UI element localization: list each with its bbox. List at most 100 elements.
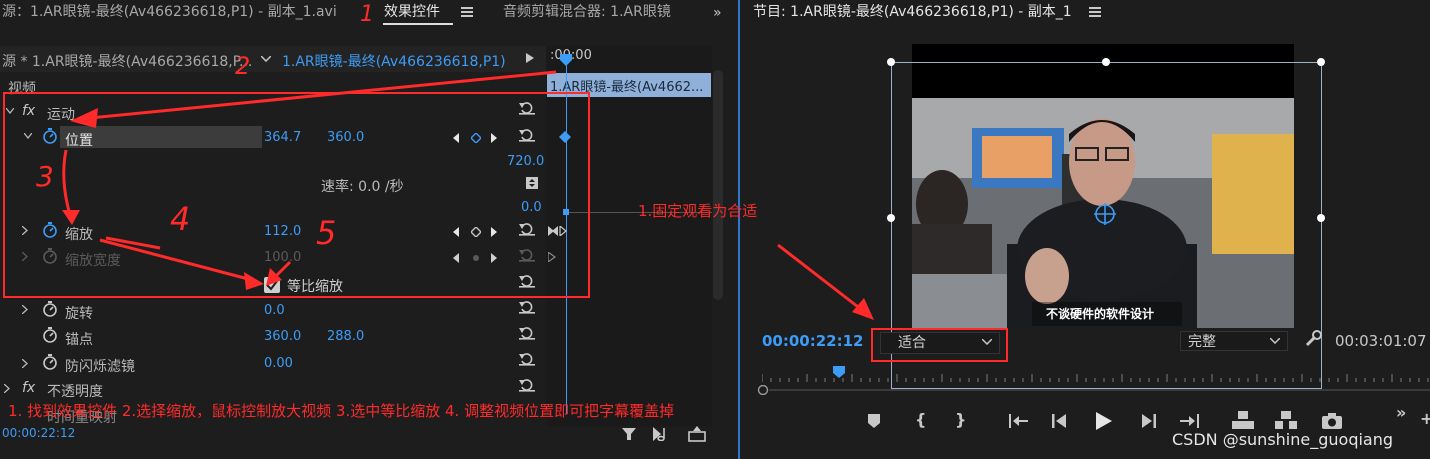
rotation-label: 旋转 xyxy=(65,306,93,322)
fx-badge-opacity: fx xyxy=(22,380,36,396)
mark-out-icon[interactable]: } xyxy=(955,410,966,429)
step-back-icon[interactable] xyxy=(1052,414,1068,428)
section-video-label: 视频 xyxy=(8,81,36,97)
graph-toggle-icon[interactable] xyxy=(526,177,538,189)
anchor-reset-icon[interactable] xyxy=(519,326,535,340)
panel-divider xyxy=(738,0,740,459)
transform-handle-ml[interactable] xyxy=(887,214,895,222)
uniform-scale-checkbox[interactable] xyxy=(264,277,280,293)
program-menu-icon[interactable] xyxy=(1089,7,1101,17)
transform-handle-tl[interactable] xyxy=(887,58,895,66)
scale-keyframe-markers[interactable] xyxy=(548,226,570,236)
scale-prev-keyframe-icon[interactable] xyxy=(453,227,459,237)
source-clip-label: 源 * 1.AR眼镜-最终(Av466236618,P... xyxy=(2,54,253,70)
position-y-value[interactable]: 360.0 xyxy=(327,130,364,145)
annotation-number-3: 3 xyxy=(36,160,54,193)
scale-width-keyframe-marker xyxy=(548,252,556,262)
program-playhead-handle[interactable] xyxy=(833,366,845,378)
opacity-expand-icon[interactable] xyxy=(4,384,10,393)
ec-current-time[interactable]: 00:00:22:12 xyxy=(2,426,75,440)
tab-menu-icon[interactable] xyxy=(461,7,473,17)
opacity-reset-icon[interactable] xyxy=(519,378,535,392)
scale-reset-icon[interactable] xyxy=(519,222,535,236)
transform-handle-mr[interactable] xyxy=(1317,214,1325,222)
scale-add-keyframe-icon[interactable] xyxy=(471,227,481,237)
scale-next-keyframe-icon[interactable] xyxy=(491,227,497,237)
scale-stopwatch-icon[interactable] xyxy=(42,222,58,238)
step-forward-icon[interactable] xyxy=(1140,414,1156,428)
opacity-label: 不透明度 xyxy=(47,384,103,400)
anchor-x-value[interactable]: 360.0 xyxy=(264,329,301,344)
uniform-scale-label: 等比缩放 xyxy=(287,279,343,295)
rotation-reset-icon[interactable] xyxy=(519,300,535,314)
zoom-scrollbar[interactable] xyxy=(757,385,1430,395)
antiflicker-stopwatch-icon[interactable] xyxy=(42,354,58,370)
position-prev-keyframe-icon[interactable] xyxy=(453,133,459,143)
tab-active-underline xyxy=(383,23,453,25)
graph-point[interactable] xyxy=(563,209,569,215)
anchor-stopwatch-icon[interactable] xyxy=(42,327,58,343)
settings-wrench-icon[interactable] xyxy=(1304,330,1322,348)
tab-source[interactable]: 源：1.AR眼镜-最终(Av466236618,P1) - 副本_1.avi xyxy=(2,0,337,24)
sequence-clip-label[interactable]: 1.AR眼镜-最终(Av466236618,P1) xyxy=(282,51,506,71)
mark-in-icon[interactable]: { xyxy=(915,410,926,429)
annotation-number-2: 2 xyxy=(235,52,251,80)
program-current-time[interactable]: 00:00:22:12 xyxy=(762,332,864,350)
export-frame-camera-icon[interactable] xyxy=(1322,413,1342,429)
clip-bar-label: 1.AR眼镜-最终(Av4662... xyxy=(550,80,704,95)
tab-overflow-icon[interactable]: » xyxy=(713,5,722,21)
export-icon[interactable] xyxy=(688,426,706,442)
graph-max-value: 720.0 xyxy=(507,154,545,169)
zoom-dropdown-icon[interactable] xyxy=(982,339,992,345)
csdn-watermark: CSDN @sunshine_guoqiang xyxy=(1172,430,1394,449)
extract-icon[interactable] xyxy=(1275,411,1297,429)
tab-effect-controls[interactable]: 效果控件 xyxy=(384,0,440,24)
play-only-icon[interactable] xyxy=(526,53,534,63)
position-x-value[interactable]: 364.7 xyxy=(264,130,301,145)
antiflicker-reset-icon[interactable] xyxy=(519,352,535,366)
graph-min-value: 0.0 xyxy=(521,200,542,215)
go-to-in-icon[interactable] xyxy=(1008,414,1028,428)
position-add-keyframe-icon[interactable] xyxy=(471,133,481,143)
rotation-expand-icon[interactable] xyxy=(22,305,28,314)
transform-handle-tr[interactable] xyxy=(1317,58,1325,66)
motion-reset-icon[interactable] xyxy=(519,101,535,115)
rotation-stopwatch-icon[interactable] xyxy=(42,301,58,317)
position-next-keyframe-icon[interactable] xyxy=(491,133,497,143)
scale-value[interactable]: 112.0 xyxy=(264,224,301,239)
tab-program[interactable]: 节目: 1.AR眼镜-最终(Av466236618,P1) - 副本_1 xyxy=(753,0,1072,24)
anchor-y-value[interactable]: 288.0 xyxy=(327,329,364,344)
playhead-handle[interactable] xyxy=(560,54,572,66)
fx-badge-motion: fx xyxy=(22,103,36,119)
rotation-value[interactable]: 0.0 xyxy=(264,303,285,318)
program-duration: 00:03:01:07 xyxy=(1335,332,1427,350)
anchor-point-icon[interactable] xyxy=(1094,203,1116,225)
position-expand-icon[interactable] xyxy=(24,133,32,139)
antiflicker-value[interactable]: 0.00 xyxy=(264,356,293,371)
motion-label: 运动 xyxy=(47,107,75,123)
source-clip-dropdown-icon[interactable] xyxy=(261,56,271,62)
ec-scrollbar[interactable] xyxy=(713,70,723,300)
position-stopwatch-icon[interactable] xyxy=(42,128,58,144)
button-editor-add-icon[interactable]: + xyxy=(1420,409,1430,428)
play-audio-icon[interactable] xyxy=(653,427,673,441)
antiflicker-expand-icon[interactable] xyxy=(22,359,28,368)
quality-dropdown-icon[interactable] xyxy=(1270,338,1280,344)
tab-audio-mixer[interactable]: 音频剪辑混合器: 1.AR眼镜 xyxy=(503,0,713,24)
go-to-out-icon[interactable] xyxy=(1180,414,1200,428)
button-editor-overflow-icon[interactable]: » xyxy=(1396,403,1406,422)
motion-expand-icon[interactable] xyxy=(6,108,14,114)
annotation-number-5: 5 xyxy=(316,214,337,252)
add-marker-icon[interactable] xyxy=(868,414,880,428)
uniform-scale-reset-icon[interactable] xyxy=(519,274,535,288)
play-icon[interactable] xyxy=(1096,412,1112,430)
filter-icon[interactable] xyxy=(621,426,637,442)
position-keyframe-marker[interactable] xyxy=(559,131,571,143)
position-reset-icon[interactable] xyxy=(519,128,535,142)
scale-expand-icon[interactable] xyxy=(22,226,28,235)
scale-width-expand-icon[interactable] xyxy=(22,252,28,261)
scale-width-next-keyframe-icon xyxy=(491,253,497,263)
program-time-ruler[interactable] xyxy=(762,370,1430,382)
transform-handle-tc[interactable] xyxy=(1102,58,1110,66)
lift-icon[interactable] xyxy=(1232,411,1254,429)
